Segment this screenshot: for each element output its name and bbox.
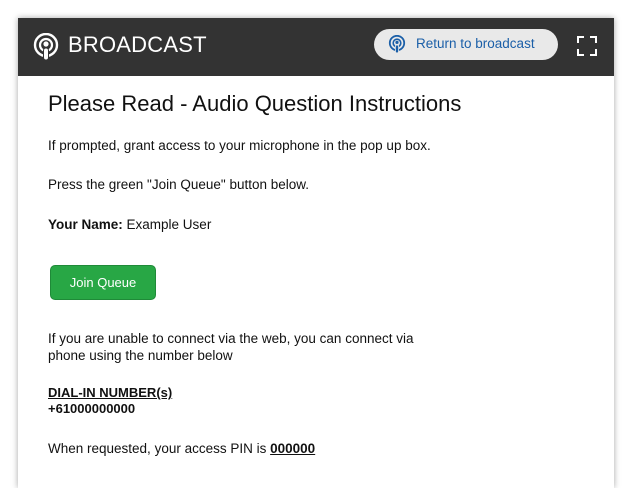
fullscreen-icon[interactable] — [576, 35, 598, 57]
podcast-icon — [33, 33, 59, 61]
pin-prefix: When requested, your access PIN is — [48, 441, 267, 456]
page-title: Please Read - Audio Question Instruction… — [48, 91, 462, 116]
join-queue-button[interactable]: Join Queue — [50, 265, 156, 300]
pin-value: 000000 — [270, 441, 316, 456]
press-text: Press the green "Join Queue" button belo… — [48, 177, 310, 192]
pin-line: When requested, your access PIN is 00000… — [48, 441, 315, 456]
return-to-broadcast-button[interactable]: Return to broadcast — [374, 29, 558, 60]
header-bar: BROADCAST Return to broadcast — [18, 18, 614, 76]
dial-in-heading: DIAL-IN NUMBER(s) — [48, 385, 173, 400]
podcast-icon — [388, 35, 406, 54]
your-name-line: Your Name: Example User — [48, 217, 211, 232]
your-name-value: Example User — [126, 217, 212, 232]
prompt-text: If prompted, grant access to your microp… — [48, 138, 431, 153]
broadcast-panel: BROADCAST Return to broadcast Please Rea… — [18, 18, 614, 488]
dial-in-number: +61000000000 — [48, 401, 136, 416]
unable-text-line2: phone using the number below — [48, 348, 233, 363]
return-to-broadcast-label: Return to broadcast — [416, 36, 535, 51]
unable-text-line1: If you are unable to connect via the web… — [48, 331, 414, 346]
app-title: BROADCAST — [68, 32, 207, 57]
your-name-label: Your Name: — [48, 217, 123, 232]
